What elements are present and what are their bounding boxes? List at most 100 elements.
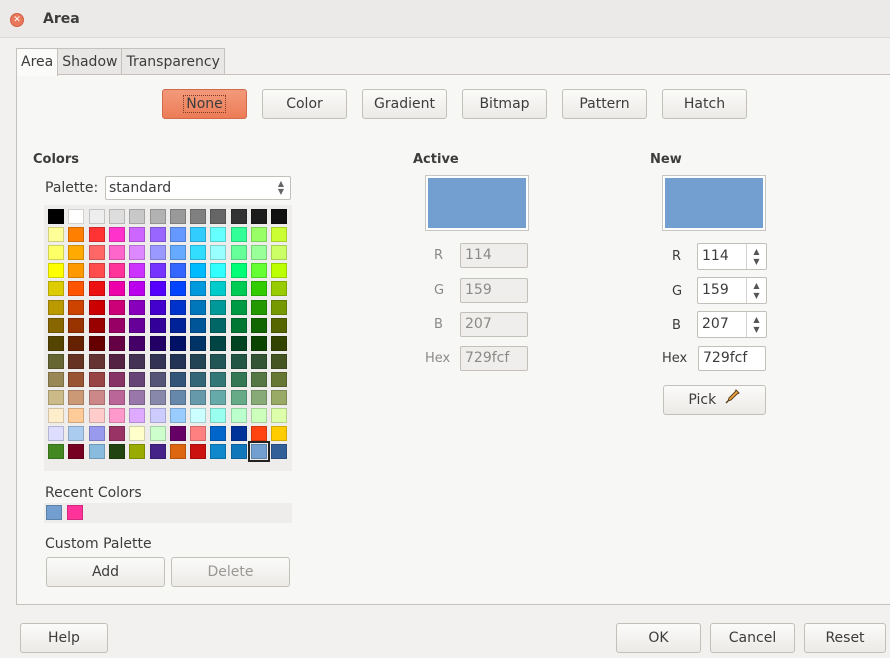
- color-swatch[interactable]: [48, 444, 64, 460]
- color-swatch[interactable]: [48, 408, 64, 424]
- color-swatch[interactable]: [88, 245, 105, 261]
- color-swatch[interactable]: [169, 408, 186, 424]
- color-swatch[interactable]: [149, 281, 166, 297]
- color-swatch[interactable]: [210, 371, 227, 387]
- color-swatch[interactable]: [129, 281, 146, 297]
- color-swatch[interactable]: [48, 227, 64, 243]
- color-swatch[interactable]: [210, 299, 227, 315]
- color-swatch[interactable]: [271, 335, 288, 351]
- color-swatch[interactable]: [68, 317, 85, 333]
- color-swatch[interactable]: [230, 408, 247, 424]
- color-swatch[interactable]: [48, 353, 64, 369]
- color-swatch[interactable]: [88, 299, 105, 315]
- color-swatch[interactable]: [230, 317, 247, 333]
- color-swatch[interactable]: [88, 317, 105, 333]
- color-swatch[interactable]: [271, 281, 288, 297]
- color-swatch[interactable]: [230, 426, 247, 442]
- color-swatch[interactable]: [169, 444, 186, 460]
- color-swatch[interactable]: [108, 426, 125, 442]
- color-swatch[interactable]: [251, 353, 267, 369]
- tab-shadow[interactable]: Shadow: [57, 48, 123, 75]
- color-swatch[interactable]: [129, 353, 146, 369]
- color-swatch[interactable]: [210, 390, 227, 405]
- color-swatch[interactable]: [271, 408, 288, 424]
- color-swatch[interactable]: [210, 353, 227, 369]
- color-swatch[interactable]: [129, 263, 146, 279]
- color-swatch[interactable]: [108, 390, 125, 405]
- fill-pattern-button[interactable]: Pattern: [562, 89, 647, 119]
- spin-arrows-icon[interactable]: ▲ ▼: [746, 244, 766, 269]
- color-swatch[interactable]: [129, 426, 146, 442]
- color-swatch[interactable]: [190, 390, 207, 405]
- color-swatch[interactable]: [251, 317, 267, 333]
- color-swatch[interactable]: [129, 299, 146, 315]
- new-r-spinbox[interactable]: 114 ▲ ▼: [697, 243, 767, 270]
- tab-area[interactable]: Area: [16, 48, 59, 76]
- color-swatch[interactable]: [271, 263, 288, 279]
- cancel-button[interactable]: Cancel: [710, 623, 795, 653]
- reset-button[interactable]: Reset: [804, 623, 886, 653]
- color-swatch[interactable]: [210, 426, 227, 442]
- color-swatch[interactable]: [48, 317, 64, 333]
- fill-none-button[interactable]: None: [162, 89, 247, 119]
- fill-gradient-button[interactable]: Gradient: [362, 89, 447, 119]
- color-swatch[interactable]: [251, 426, 267, 442]
- color-swatch[interactable]: [190, 299, 207, 315]
- color-swatch[interactable]: [190, 444, 207, 460]
- color-swatch[interactable]: [169, 209, 186, 224]
- color-swatch[interactable]: [48, 299, 64, 315]
- close-icon[interactable]: ✕: [10, 13, 24, 27]
- color-swatch[interactable]: [149, 245, 166, 261]
- color-swatch[interactable]: [169, 353, 186, 369]
- color-swatch[interactable]: [68, 353, 85, 369]
- color-swatch[interactable]: [190, 335, 207, 351]
- color-swatch[interactable]: [251, 390, 267, 405]
- color-swatch[interactable]: [230, 444, 247, 460]
- new-b-spinbox[interactable]: 207 ▲ ▼: [697, 311, 767, 338]
- spin-arrows-icon[interactable]: ▲ ▼: [746, 312, 766, 337]
- color-swatch[interactable]: [230, 281, 247, 297]
- color-swatch[interactable]: [108, 353, 125, 369]
- color-swatch[interactable]: [68, 371, 85, 387]
- color-swatch[interactable]: [68, 444, 85, 460]
- color-swatch[interactable]: [88, 390, 105, 405]
- color-swatch[interactable]: [271, 209, 288, 224]
- color-swatch[interactable]: [108, 408, 125, 424]
- color-swatch[interactable]: [149, 444, 166, 460]
- color-swatch[interactable]: [169, 426, 186, 442]
- color-swatch[interactable]: [271, 444, 288, 460]
- color-swatch[interactable]: [271, 353, 288, 369]
- color-swatch[interactable]: [88, 371, 105, 387]
- fill-bitmap-button[interactable]: Bitmap: [462, 89, 547, 119]
- color-swatch[interactable]: [251, 245, 267, 261]
- color-swatch[interactable]: [149, 227, 166, 243]
- color-swatch[interactable]: [48, 390, 64, 405]
- color-swatch[interactable]: [169, 317, 186, 333]
- color-swatch[interactable]: [169, 335, 186, 351]
- color-swatch[interactable]: [48, 281, 64, 297]
- color-swatch[interactable]: [129, 245, 146, 261]
- color-swatch[interactable]: [210, 209, 227, 224]
- color-swatch[interactable]: [129, 317, 146, 333]
- color-swatch[interactable]: [68, 263, 85, 279]
- color-swatch[interactable]: [149, 426, 166, 442]
- color-swatch[interactable]: [251, 209, 267, 224]
- color-swatch[interactable]: [210, 281, 227, 297]
- color-swatch[interactable]: [88, 209, 105, 224]
- color-swatch[interactable]: [68, 245, 85, 261]
- color-swatch[interactable]: [108, 444, 125, 460]
- color-swatch[interactable]: [68, 426, 85, 442]
- color-swatch[interactable]: [190, 317, 207, 333]
- color-swatch[interactable]: [88, 426, 105, 442]
- color-swatch[interactable]: [88, 263, 105, 279]
- ok-button[interactable]: OK: [616, 623, 701, 653]
- color-swatch[interactable]: [48, 263, 64, 279]
- color-swatch[interactable]: [190, 281, 207, 297]
- color-swatch[interactable]: [129, 408, 146, 424]
- color-swatch[interactable]: [68, 227, 85, 243]
- color-swatch[interactable]: [190, 353, 207, 369]
- color-swatch[interactable]: [108, 227, 125, 243]
- color-swatch[interactable]: [48, 426, 64, 442]
- color-swatch[interactable]: [190, 227, 207, 243]
- palette-select[interactable]: standard ▲ ▼: [105, 176, 291, 200]
